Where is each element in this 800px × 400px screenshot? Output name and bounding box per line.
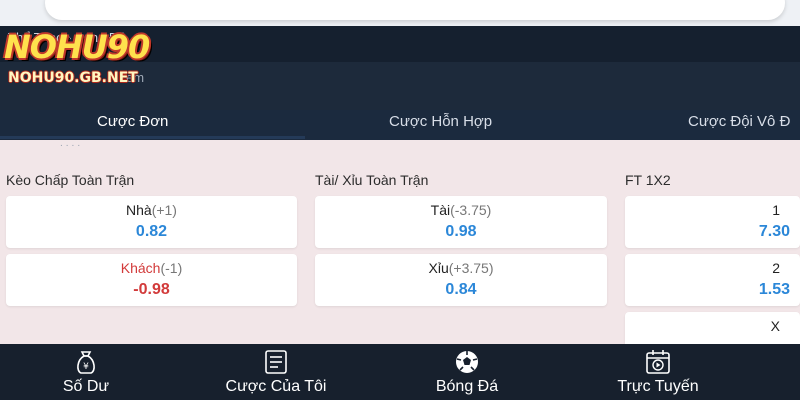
odds-value: 0.98 [445, 223, 477, 240]
nav-label: Trực Tuyến [617, 378, 699, 395]
odds-value: -0.98 [133, 281, 170, 298]
nav-football[interactable]: Bóng Đá [367, 344, 567, 400]
odds-label: 2 [772, 260, 780, 276]
nav-balance[interactable]: ¥ Số Dư [0, 344, 186, 400]
tab-dots: .... [60, 138, 84, 149]
odds-label: Xỉu(+3.75) [428, 260, 494, 276]
money-bag-icon: ¥ [77, 351, 95, 374]
odds-value: 7.30 [758, 223, 790, 240]
under-odds[interactable]: Xỉu(+3.75) 0.84 [315, 254, 607, 306]
odds-value: 0.84 [445, 281, 477, 298]
odds-value: 0.82 [135, 223, 168, 240]
ft1x2-away-odds[interactable]: 2 1.53 [625, 254, 800, 306]
handicap-home-odds[interactable]: Nhà(+1) 0.82 [6, 196, 297, 248]
nav-label: Bóng Đá [435, 378, 499, 395]
football-icon [456, 351, 478, 373]
ft1x2-home-odds[interactable]: 1 7.30 [625, 196, 800, 248]
over-under-title: Tài/ Xỉu Toàn Trận [315, 172, 429, 188]
browser-top-strip [0, 0, 800, 26]
handicap-title: Kèo Chấp Toàn Trận [6, 172, 135, 188]
brand-logo: NOHU90 NOHU90.GB.NET [4, 28, 150, 100]
bottom-nav: ¥ Số Dư Cược Của Tôi Bóng Đá Trực Tuyến [0, 344, 800, 400]
odds-label: 1 [772, 202, 780, 218]
nav-label: Số Dư [62, 378, 110, 395]
nav-label: Cược Của Tôi [225, 378, 327, 395]
svg-text:¥: ¥ [83, 362, 89, 372]
logo-domain: NOHU90.GB.NET [8, 70, 138, 86]
odds-label: X [770, 318, 780, 334]
odds-label: Khách(-1) [120, 260, 183, 276]
active-tab-indicator [0, 136, 305, 139]
odds-label: Tài(-3.75) [430, 202, 492, 218]
ticket-icon [265, 350, 287, 374]
handicap-away-odds[interactable]: Khách(-1) -0.98 [6, 254, 297, 306]
tab-parlay-bet[interactable]: Cược Hỗn Hợp [389, 110, 492, 140]
logo-title: NOHU90 [4, 28, 150, 66]
tab-outright-bet[interactable]: Cược Đội Vô Đ [688, 110, 790, 140]
nav-live[interactable]: Trực Tuyến [558, 344, 758, 400]
odds-label: Nhà(+1) [126, 202, 177, 218]
address-bar[interactable] [45, 0, 785, 20]
odds-value: 1.53 [758, 281, 790, 298]
ft1x2-title: FT 1X2 [625, 172, 671, 188]
live-calendar-icon [646, 350, 670, 374]
nav-my-bets[interactable]: Cược Của Tôi [176, 344, 376, 400]
over-odds[interactable]: Tài(-3.75) 0.98 [315, 196, 607, 248]
